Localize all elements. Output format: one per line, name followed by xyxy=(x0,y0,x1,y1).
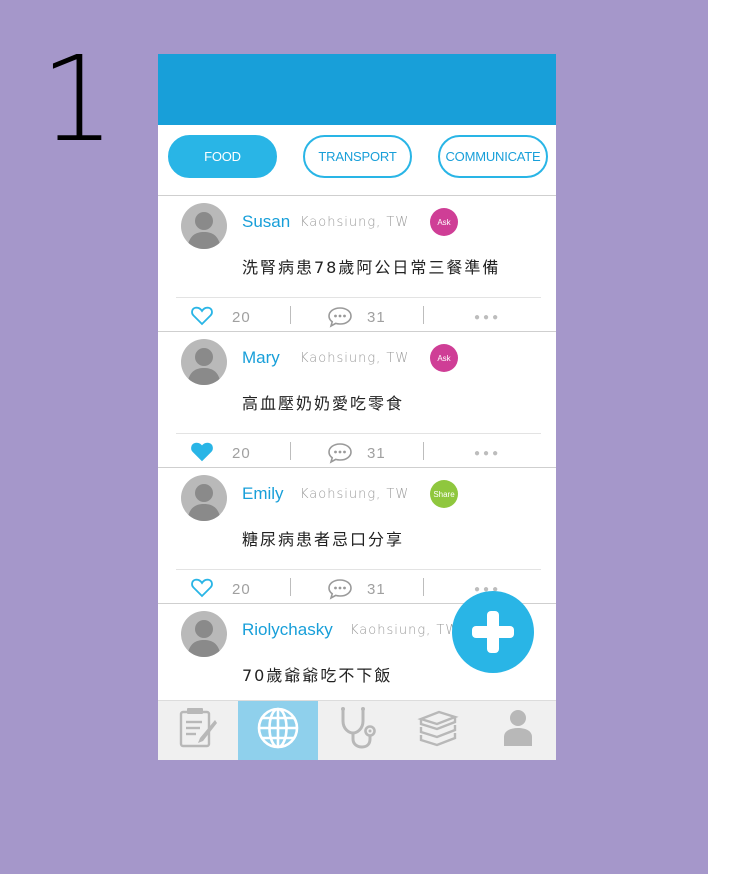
post-author-name[interactable]: Mary xyxy=(242,348,280,368)
post-text[interactable]: 高血壓奶奶愛吃零食 xyxy=(242,390,404,414)
avatar[interactable] xyxy=(181,203,227,249)
post-card[interactable]: Mary Kaohsiung, TW Ask 高血壓奶奶愛吃零食 20 31 ●… xyxy=(158,331,556,467)
post-card[interactable]: Emily Kaohsiung, TW Share 糖尿病患者忌口分享 20 3… xyxy=(158,467,556,603)
post-author-name[interactable]: Susan xyxy=(242,212,290,232)
post-author-name[interactable]: Riolychasky xyxy=(242,620,333,640)
add-post-button[interactable] xyxy=(452,591,534,673)
notepad-icon xyxy=(178,706,218,755)
like-count: 20 xyxy=(232,445,251,462)
stethoscope-icon xyxy=(334,704,382,757)
post-actions: 20 31 ●●● xyxy=(176,433,541,468)
step-number: 1 xyxy=(40,30,116,168)
divider xyxy=(290,442,291,460)
post-author-name[interactable]: Emily xyxy=(242,484,284,504)
nav-library[interactable] xyxy=(398,701,478,760)
tab-transport[interactable]: TRANSPORT xyxy=(303,135,412,178)
divider xyxy=(423,442,424,460)
divider xyxy=(423,306,424,324)
like-count: 20 xyxy=(232,309,251,326)
comment-count: 31 xyxy=(367,445,386,462)
like-count: 20 xyxy=(232,581,251,598)
post-location: Kaohsiung, TW xyxy=(300,351,410,366)
share-badge: Share xyxy=(430,480,458,508)
ask-badge: Ask xyxy=(430,344,458,372)
plus-icon xyxy=(452,611,534,677)
ask-badge: Ask xyxy=(430,208,458,236)
comment-icon[interactable] xyxy=(327,578,353,605)
post-text[interactable]: 洗腎病患78歲阿公日常三餐準備 xyxy=(242,254,500,278)
heart-outline-icon[interactable] xyxy=(191,306,213,331)
divider xyxy=(290,578,291,596)
app-header xyxy=(158,54,556,125)
nav-globe[interactable] xyxy=(238,701,318,760)
person-icon xyxy=(500,708,536,753)
nav-medical[interactable] xyxy=(318,701,398,760)
avatar[interactable] xyxy=(181,475,227,521)
post-card[interactable]: Susan Kaohsiung, TW Ask 洗腎病患78歲阿公日常三餐準備 … xyxy=(158,195,556,331)
more-options-icon[interactable]: ●●● xyxy=(474,448,501,459)
heart-filled-icon[interactable] xyxy=(191,442,213,467)
post-location: Kaohsiung, TW xyxy=(300,215,410,230)
avatar[interactable] xyxy=(181,611,227,657)
divider xyxy=(290,306,291,324)
nav-profile[interactable] xyxy=(478,701,556,760)
more-options-icon[interactable]: ●●● xyxy=(474,312,501,323)
comment-icon[interactable] xyxy=(327,442,353,469)
bottom-nav xyxy=(158,700,556,760)
post-text[interactable]: 糖尿病患者忌口分享 xyxy=(242,526,404,550)
avatar[interactable] xyxy=(181,339,227,385)
books-icon xyxy=(417,707,459,754)
tab-communicate[interactable]: COMMUNICATE xyxy=(438,135,548,178)
post-actions: 20 31 ●●● xyxy=(176,297,541,332)
post-location: Kaohsiung, TW xyxy=(350,623,460,638)
tab-food[interactable]: FOOD xyxy=(168,135,277,178)
category-tabs: FOOD TRANSPORT COMMUNICATE xyxy=(158,125,556,195)
divider xyxy=(423,578,424,596)
post-location: Kaohsiung, TW xyxy=(300,487,410,502)
nav-notes[interactable] xyxy=(158,701,238,760)
globe-icon xyxy=(255,705,301,756)
post-text[interactable]: 70歲爺爺吃不下飯 xyxy=(242,662,392,686)
heart-outline-icon[interactable] xyxy=(191,578,213,603)
comment-count: 31 xyxy=(367,309,386,326)
comment-icon[interactable] xyxy=(327,306,353,333)
comment-count: 31 xyxy=(367,581,386,598)
